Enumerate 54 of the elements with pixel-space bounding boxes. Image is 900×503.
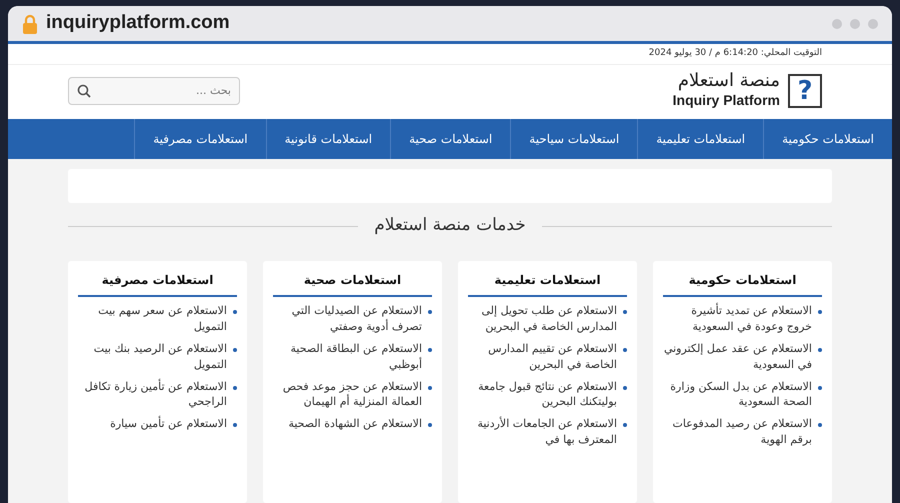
bullet-icon — [818, 310, 822, 314]
inquiry-link[interactable]: الاستعلام عن الصيدليات التي تصرف أدوية وصفتي — [273, 302, 422, 335]
inquiry-link[interactable]: الاستعلام عن الشهادة الصحية — [288, 416, 422, 432]
logo-mark[interactable]: ? — [788, 74, 822, 108]
bullet-icon — [428, 423, 432, 428]
inquiry-link[interactable]: الاستعلام عن الرصيد بنك بيت التمويل — [78, 340, 227, 373]
bullet-icon — [623, 423, 627, 428]
nav-link[interactable]: استعلامات تعليمية — [637, 119, 764, 160]
card-title: استعلامات مصرفية — [78, 266, 237, 297]
local-time-text: التوقيت المحلي: 6:14:20 م / 30 يوليو 2024 — [648, 48, 822, 58]
inquiry-link[interactable]: الاستعلام عن البطاقة الصحية أبوظبي — [273, 340, 422, 373]
inquiry-link[interactable]: الاستعلام عن طلب تحويل إلى المدارس الخاصة في البحرين — [468, 302, 617, 335]
inquiry-link[interactable]: الاستعلام عن بدل السكن وزارة الصحة السعودية — [663, 378, 812, 410]
inquiry-link[interactable]: الاستعلام عن الجامعات الأردنية المعترف بها في — [468, 416, 617, 448]
search-icon[interactable] — [77, 84, 91, 98]
nav-link[interactable]: استعلامات مصرفية — [134, 119, 266, 160]
bullet-icon — [623, 386, 627, 390]
inquiry-link[interactable]: الاستعلام عن تقييم المدارس الخاصة في البحرين — [468, 340, 617, 373]
bullet-icon — [818, 423, 822, 428]
bullet-icon — [233, 386, 237, 390]
bullet-icon — [818, 348, 822, 352]
bullet-icon — [428, 386, 432, 390]
inquiry-link[interactable]: الاستعلام عن تمديد تأشيرة خروج وعودة في السعودية — [663, 302, 812, 335]
bullet-icon — [623, 348, 627, 352]
card-title: استعلامات صحية — [273, 266, 432, 297]
bullet-icon — [233, 423, 237, 428]
lock-icon — [22, 14, 38, 34]
bullet-icon — [818, 386, 822, 390]
card-title: استعلامات حكومية — [663, 266, 822, 297]
bullet-icon — [233, 310, 237, 314]
bullet-icon — [428, 310, 432, 314]
card-title: استعلامات تعليمية — [468, 266, 627, 297]
nav-link[interactable]: استعلامات حكومية — [763, 119, 892, 160]
window-dot-icon[interactable] — [868, 18, 878, 28]
search-field[interactable]: بحث ... — [68, 76, 240, 105]
nav-link[interactable]: استعلامات قانونية — [266, 119, 390, 160]
inquiry-link[interactable]: الاستعلام عن تأمين سيارة — [110, 416, 227, 432]
bullet-icon — [623, 310, 627, 314]
inquiry-link[interactable]: الاستعلام عن نتائج قبول جامعة بوليتكنك البحرين — [468, 378, 617, 410]
nav-link[interactable]: استعلامات سياحية — [510, 119, 638, 160]
inquiry-link[interactable]: الاستعلام عن رصيد المدفوعات برقم الهوية — [663, 416, 812, 448]
url-text[interactable]: inquiryplatform.com — [46, 9, 230, 38]
inquiry-link[interactable]: الاستعلام عن عقد عمل إلكتروني في السعودية — [663, 340, 812, 373]
bullet-icon — [428, 348, 432, 352]
window-dot-icon[interactable] — [832, 18, 842, 28]
window-dot-icon[interactable] — [850, 18, 860, 28]
inquiry-link[interactable]: الاستعلام عن حجز موعد فحص العمالة المنزلية أم الهيمان — [273, 378, 422, 410]
logo-subtitle[interactable]: Inquiry Platform — [672, 90, 780, 112]
nav-link[interactable]: استعلامات صحية — [390, 119, 510, 160]
bullet-icon — [233, 348, 237, 352]
logo-title[interactable]: منصة استعلام — [672, 70, 780, 90]
section-title: خدمات منصة استعلام — [374, 214, 526, 238]
inquiry-link[interactable]: الاستعلام عن سعر سهم بيت التمويل — [78, 302, 227, 335]
inquiry-link[interactable]: الاستعلام عن تأمين زيارة تكافل الراجحي — [78, 378, 227, 410]
